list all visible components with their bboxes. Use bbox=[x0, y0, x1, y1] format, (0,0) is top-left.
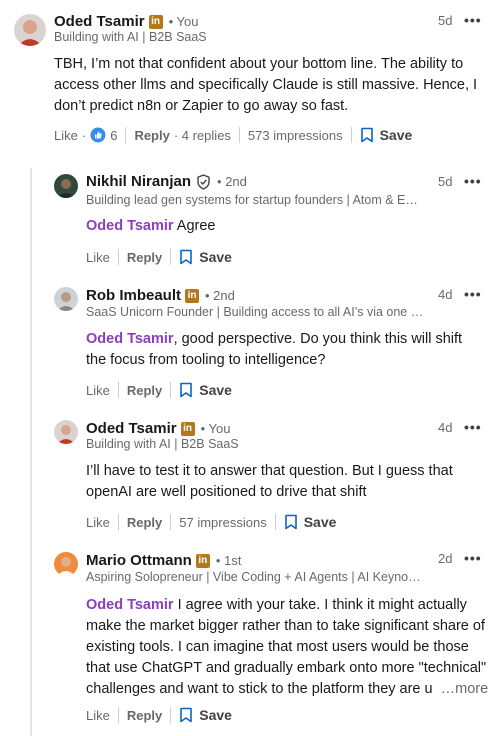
like-button[interactable]: Like bbox=[86, 383, 110, 398]
like-button[interactable]: Like bbox=[54, 128, 78, 143]
comment-body: Agree bbox=[173, 218, 216, 234]
connection-meta: • 2nd bbox=[217, 174, 247, 189]
reaction-count[interactable]: 6 bbox=[110, 128, 117, 143]
comment-text: Oded Tsamir, good perspective. Do you th… bbox=[86, 329, 486, 371]
more-options-icon[interactable]: ••• bbox=[464, 12, 482, 28]
see-more-link[interactable]: …more bbox=[441, 681, 489, 697]
more-options-icon[interactable]: ••• bbox=[464, 550, 482, 566]
author-name[interactable]: Nikhil Niranjan bbox=[86, 173, 191, 190]
more-options-icon[interactable]: ••• bbox=[464, 173, 482, 189]
timestamp: 4d bbox=[438, 420, 453, 435]
connection-meta: • 1st bbox=[215, 553, 242, 568]
like-button[interactable]: Like bbox=[86, 708, 110, 723]
author-headline: Building lead gen systems for startup fo… bbox=[86, 193, 418, 207]
author-headline: Building with AI | B2B SaaS bbox=[86, 437, 239, 451]
divider bbox=[117, 514, 119, 530]
reply-button[interactable]: Reply bbox=[134, 128, 169, 143]
thumbs-up-reaction-icon[interactable] bbox=[90, 127, 106, 143]
divider bbox=[170, 514, 172, 530]
divider bbox=[350, 127, 352, 143]
replies-count[interactable]: · 4 replies bbox=[174, 128, 231, 143]
save-button[interactable]: Save bbox=[284, 514, 337, 530]
author-headline: SaaS Unicorn Founder | Building access t… bbox=[86, 305, 424, 319]
linkedin-icon: in bbox=[180, 421, 195, 436]
author-name[interactable]: Rob Imbeault bbox=[86, 287, 181, 304]
bookmark-icon bbox=[284, 514, 297, 530]
linkedin-icon: in bbox=[195, 553, 210, 568]
save-label: Save bbox=[379, 127, 413, 143]
save-button[interactable]: Save bbox=[179, 249, 232, 265]
timestamp: 4d bbox=[438, 287, 453, 302]
comment-text: Oded Tsamir I agree with your take. I th… bbox=[86, 595, 492, 700]
comment-text: I’ll have to test it to answer that ques… bbox=[86, 461, 486, 503]
avatar[interactable] bbox=[54, 287, 78, 311]
bookmark-icon bbox=[360, 127, 373, 143]
divider bbox=[170, 249, 172, 265]
save-label: Save bbox=[199, 707, 232, 723]
thread-line bbox=[30, 168, 32, 736]
timestamp: 5d bbox=[438, 174, 453, 189]
divider bbox=[117, 382, 119, 398]
linkedin-icon: in bbox=[148, 14, 163, 29]
comment-body: I’ll have to test it to answer that ques… bbox=[86, 463, 453, 500]
connection-meta: • You bbox=[168, 14, 199, 29]
connection-meta: • 2nd bbox=[205, 288, 235, 303]
avatar[interactable] bbox=[14, 14, 46, 46]
mention-link[interactable]: Oded Tsamir bbox=[86, 597, 174, 613]
avatar[interactable] bbox=[54, 174, 78, 198]
comment-text: Oded Tsamir Agree bbox=[86, 216, 486, 237]
impressions-count: 573 impressions bbox=[247, 127, 343, 143]
divider bbox=[274, 514, 276, 530]
more-options-icon[interactable]: ••• bbox=[464, 419, 482, 435]
bookmark-icon bbox=[180, 249, 193, 265]
verified-shield-icon bbox=[196, 173, 211, 190]
divider bbox=[125, 127, 127, 143]
divider bbox=[170, 382, 172, 398]
impressions-count: 57 impressions bbox=[179, 514, 267, 530]
reply-button[interactable]: Reply bbox=[127, 708, 162, 723]
connection-meta: • You bbox=[200, 421, 231, 436]
author-name[interactable]: Oded Tsamir bbox=[86, 420, 177, 437]
linkedin-icon: in bbox=[185, 288, 200, 303]
save-button[interactable]: Save bbox=[179, 382, 232, 398]
divider bbox=[117, 707, 119, 723]
author-name[interactable]: Mario Ottmann bbox=[86, 552, 192, 569]
avatar[interactable] bbox=[54, 552, 78, 576]
like-button[interactable]: Like bbox=[86, 250, 110, 265]
reply-button[interactable]: Reply bbox=[127, 383, 162, 398]
separator-dot: · bbox=[81, 127, 87, 143]
reply-button[interactable]: Reply bbox=[127, 515, 162, 530]
mention-link[interactable]: Oded Tsamir bbox=[86, 218, 174, 234]
like-button[interactable]: Like bbox=[86, 515, 110, 530]
more-options-icon[interactable]: ••• bbox=[464, 286, 482, 302]
author-headline: Aspiring Solopreneur | Vibe Coding + AI … bbox=[86, 570, 421, 584]
timestamp: 5d bbox=[438, 13, 453, 28]
divider bbox=[117, 249, 119, 265]
avatar[interactable] bbox=[54, 420, 78, 444]
reply-button[interactable]: Reply bbox=[127, 250, 162, 265]
bookmark-icon bbox=[180, 382, 193, 398]
save-label: Save bbox=[303, 514, 337, 530]
mention-link[interactable]: Oded Tsamir bbox=[86, 331, 174, 347]
bookmark-icon bbox=[180, 707, 193, 723]
divider bbox=[238, 127, 240, 143]
timestamp: 2d bbox=[438, 551, 453, 566]
save-label: Save bbox=[199, 249, 232, 265]
comment-text: TBH, I’m not that confident about your b… bbox=[54, 54, 488, 117]
author-headline: Building with AI | B2B SaaS bbox=[54, 30, 207, 44]
save-label: Save bbox=[199, 382, 232, 398]
comment-body: TBH, I’m not that confident about your b… bbox=[54, 56, 478, 114]
save-button[interactable]: Save bbox=[360, 127, 413, 143]
save-button[interactable]: Save bbox=[179, 707, 232, 723]
author-name[interactable]: Oded Tsamir bbox=[54, 13, 145, 30]
divider bbox=[170, 707, 172, 723]
